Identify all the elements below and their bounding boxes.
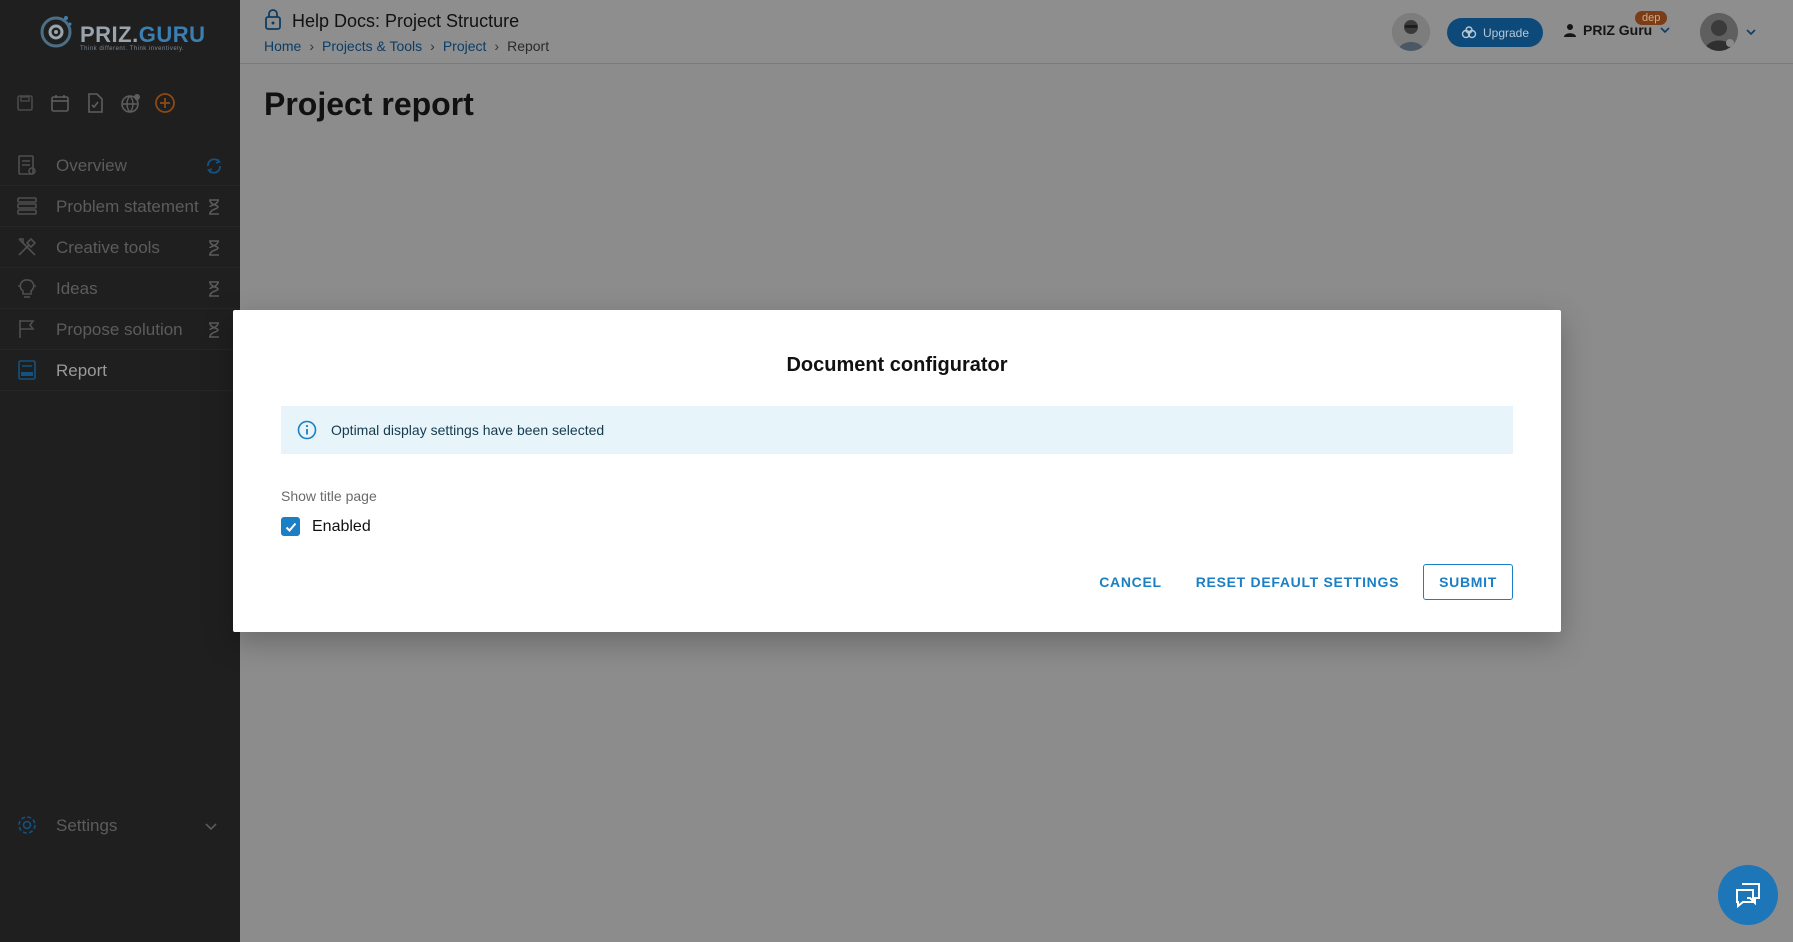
breadcrumb-current: Report <box>507 38 550 54</box>
person-avatar-icon <box>1392 13 1430 51</box>
title-page-checkbox-row[interactable]: Enabled <box>281 517 371 536</box>
cancel-button[interactable]: CANCEL <box>1089 566 1172 598</box>
chat-widget-button[interactable] <box>1718 865 1778 925</box>
overview-icon <box>18 155 36 175</box>
upgrade-button[interactable]: Upgrade <box>1447 18 1543 47</box>
sidebar-item-label: Ideas <box>56 279 98 298</box>
sidebar-item-report[interactable]: Report <box>0 350 240 391</box>
breadcrumb-project[interactable]: Project <box>443 38 487 54</box>
sidebar-item-creative-tools[interactable]: Creative tools <box>0 227 240 268</box>
dialog-title: Document configurator <box>786 354 1008 376</box>
checkbox-label: Enabled <box>312 517 371 535</box>
globe-icon[interactable] <box>119 92 141 114</box>
reset-default-settings-button[interactable]: RESET DEFAULT SETTINGS <box>1186 566 1409 598</box>
gear-icon <box>18 816 36 834</box>
logo-tagline: Think different. Think inventively. <box>80 46 185 52</box>
dialog-actions: CANCEL RESET DEFAULT SETTINGS SUBMIT <box>1089 564 1513 600</box>
breadcrumb-separator: › <box>494 38 500 54</box>
settings-label: Settings <box>56 816 118 835</box>
info-alert: Optimal display settings have been selec… <box>281 406 1513 454</box>
top-header: Help Docs: Project Structure Home › Proj… <box>240 0 1793 64</box>
hourglass-icon <box>209 322 219 338</box>
breadcrumb: Home › Projects & Tools › Project › Repo… <box>264 38 549 54</box>
account-menu-chevron-icon[interactable] <box>1744 25 1758 39</box>
breadcrumb-separator: › <box>430 38 435 54</box>
document-icon[interactable] <box>84 92 106 114</box>
show-title-page-label: Show title page <box>281 488 377 504</box>
sync-icon <box>207 158 221 174</box>
logo-text: PRIZ.GURU <box>80 22 206 47</box>
upgrade-label: Upgrade <box>1482 25 1530 40</box>
save-icon[interactable] <box>14 92 36 114</box>
tools-icon <box>18 237 37 256</box>
sidebar: PRIZ.GURU Think different. Think inventi… <box>0 0 240 942</box>
sidebar-item-label: Report <box>56 361 108 380</box>
sidebar-item-label: Creative tools <box>56 238 160 257</box>
hourglass-icon <box>209 281 219 297</box>
chat-icon <box>1736 883 1760 909</box>
project-title: Help Docs: Project Structure <box>292 11 520 31</box>
add-circle-icon[interactable] <box>154 92 176 114</box>
info-icon <box>297 420 317 440</box>
breadcrumb-home[interactable]: Home <box>264 38 301 54</box>
sidebar-item-label: Overview <box>56 156 127 175</box>
breadcrumb-projects-tools[interactable]: Projects & Tools <box>322 38 422 54</box>
project-nav: Overview Problem statement Creative tool… <box>0 145 240 391</box>
list-icon <box>17 197 37 215</box>
submit-button[interactable]: SUBMIT <box>1423 564 1513 600</box>
assistant-avatar[interactable] <box>1392 13 1430 51</box>
environment-badge: dep <box>1635 11 1668 25</box>
enabled-checkbox[interactable] <box>281 517 300 536</box>
user-avatar[interactable] <box>1700 13 1738 51</box>
alert-message: Optimal display settings have been selec… <box>331 422 605 438</box>
sidebar-item-label: Problem statement <box>56 197 199 216</box>
hourglass-icon <box>209 199 219 215</box>
chevron-down-icon <box>1660 27 1670 34</box>
report-icon <box>18 360 36 380</box>
user-photo-icon <box>1700 13 1738 51</box>
calendar-icon[interactable] <box>49 92 71 114</box>
checkmark-icon <box>285 522 296 532</box>
sidebar-item-overview[interactable]: Overview <box>0 145 240 186</box>
lightbulb-icon <box>18 279 36 298</box>
person-icon <box>1564 24 1576 37</box>
sidebar-item-problem-statement[interactable]: Problem statement <box>0 186 240 227</box>
sidebar-item-settings[interactable]: Settings <box>0 806 240 846</box>
document-configurator-dialog: Document configurator Optimal display se… <box>233 310 1561 632</box>
sidebar-item-propose-solution[interactable]: Propose solution <box>0 309 240 350</box>
logo-mark-icon <box>40 16 72 48</box>
lock-icon <box>265 9 281 30</box>
hourglass-icon <box>209 240 219 256</box>
flag-icon <box>19 320 35 338</box>
sidebar-item-ideas[interactable]: Ideas <box>0 268 240 309</box>
chevron-down-icon <box>205 823 217 831</box>
priz-guru-logo[interactable]: PRIZ.GURU Think different. Think inventi… <box>36 10 211 54</box>
quick-actions <box>14 92 176 114</box>
upgrade-icon <box>1461 25 1477 38</box>
page-title: Project report <box>264 86 474 122</box>
breadcrumb-separator: › <box>309 38 315 54</box>
sidebar-item-label: Propose solution <box>56 320 183 339</box>
